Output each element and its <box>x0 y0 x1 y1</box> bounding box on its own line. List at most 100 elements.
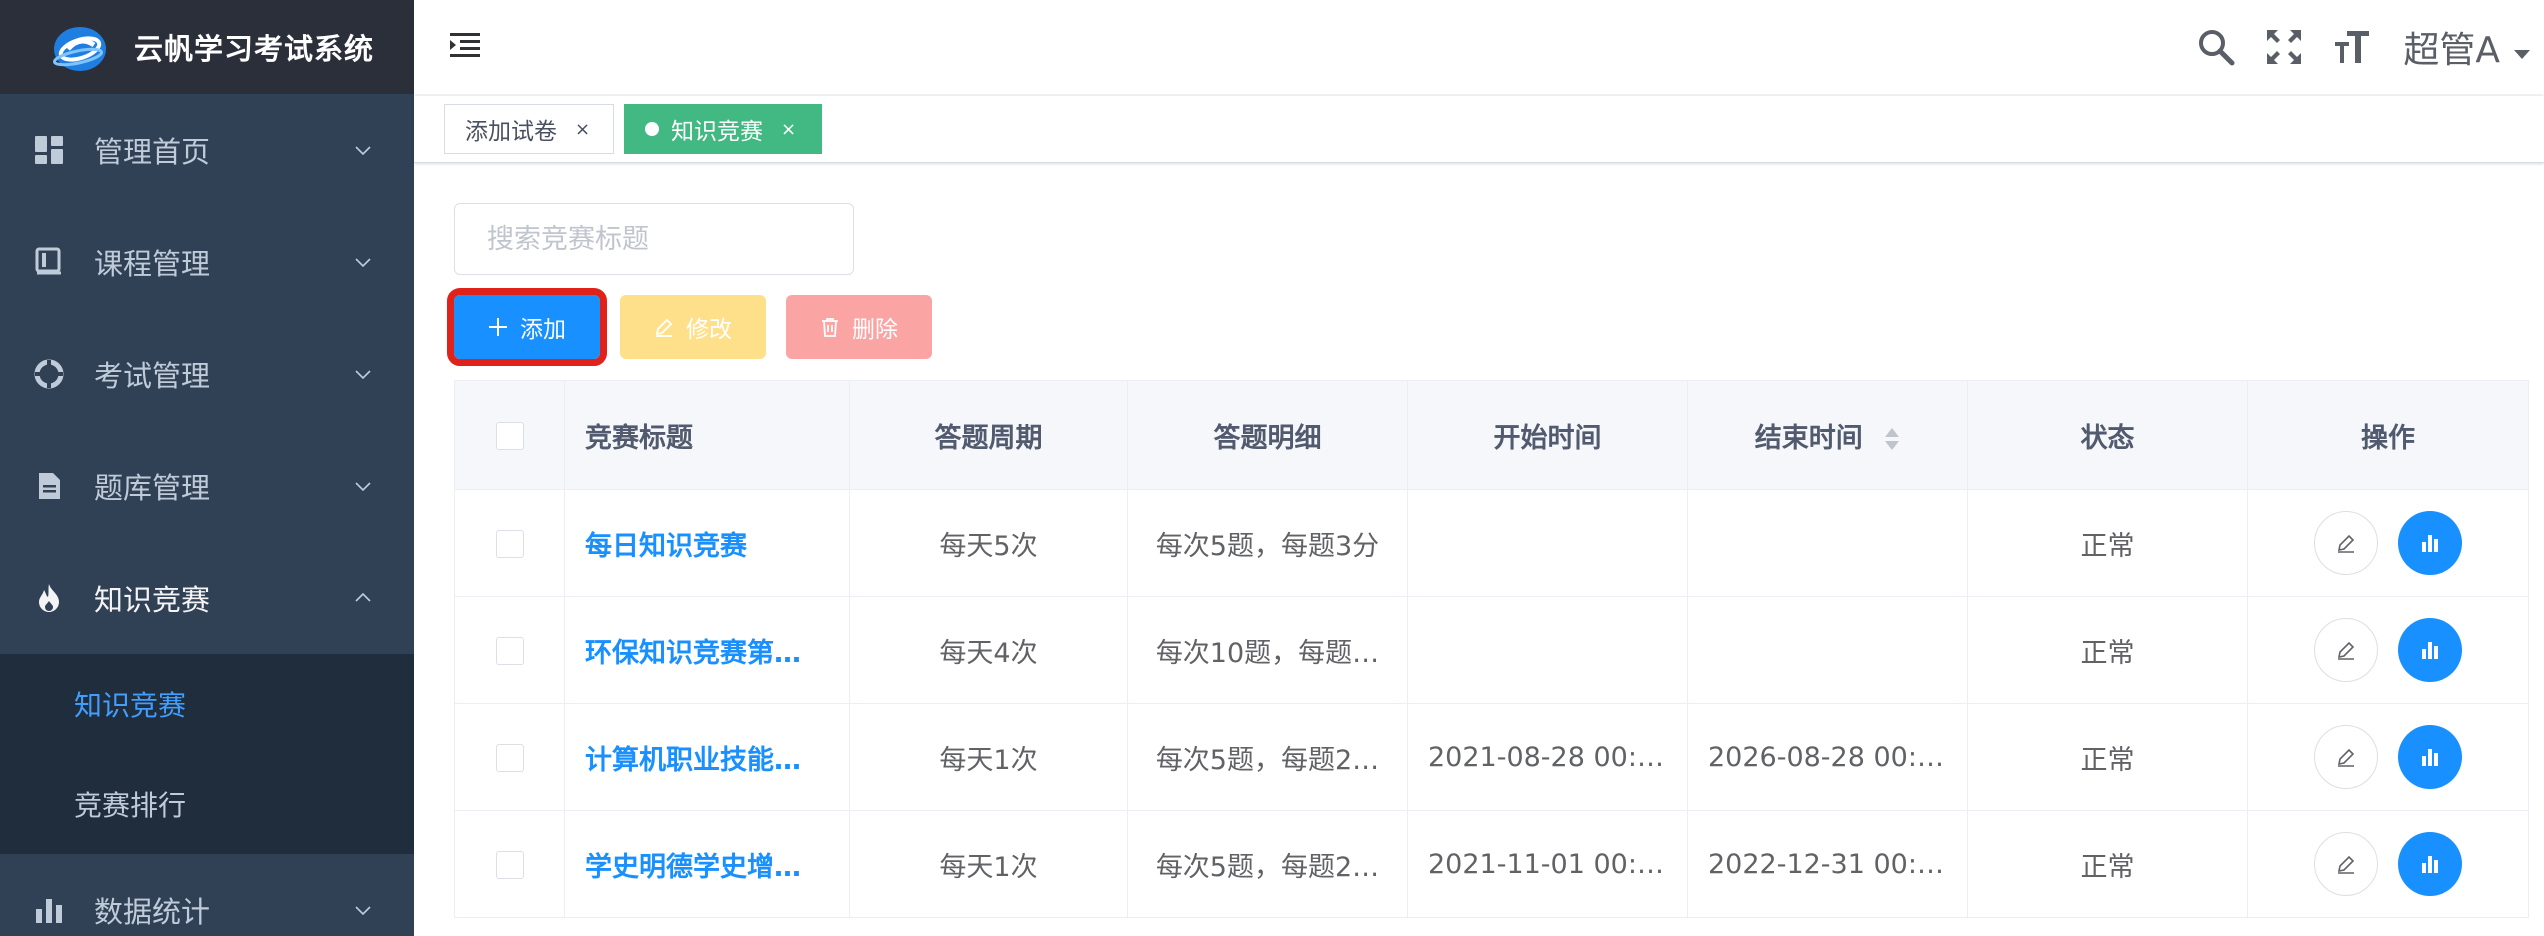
cycle-cell: 每天1次 <box>849 703 1128 811</box>
competition-title-link[interactable]: 计算机职业技能… <box>564 703 850 811</box>
top-navbar: 超管A <box>414 0 2544 94</box>
user-menu[interactable]: 超管A <box>2403 21 2530 73</box>
select-all-checkbox-cell <box>454 380 565 490</box>
status-cell: 正常 <box>1967 810 2248 918</box>
row-edit-button[interactable] <box>2314 725 2378 789</box>
sidebar-subitem-competition[interactable]: 知识竞赛 <box>0 654 414 754</box>
row-stats-button[interactable] <box>2398 832 2462 896</box>
sidebar-item-question-bank[interactable]: 题库管理 <box>0 430 414 542</box>
tag-label: 知识竞赛 <box>671 119 763 145</box>
competition-title-link[interactable]: 每日知识竞赛 <box>564 489 850 597</box>
sort-icon[interactable] <box>1884 427 1900 451</box>
row-checkbox-cell <box>454 596 565 704</box>
row-edit-button[interactable] <box>2314 511 2378 575</box>
sidebar-item-label: 知识竞赛 <box>94 583 211 617</box>
table-header-row: 竞赛标题 答题周期 答题明细 开始时间 结束时间 状态 操作 <box>454 380 2529 490</box>
bar-chart-icon <box>2422 856 2438 873</box>
hamburger-icon[interactable] <box>448 28 482 62</box>
sidebar-item-courses[interactable]: 课程管理 <box>0 206 414 318</box>
status-cell: 正常 <box>1967 703 2248 811</box>
end-time-cell <box>1687 596 1968 704</box>
detail-cell: 每次5题，每题2… <box>1127 810 1408 918</box>
row-stats-button[interactable] <box>2398 725 2462 789</box>
end-time-cell: 2022-12-31 00:0… <box>1687 810 1968 918</box>
close-icon[interactable]: × <box>575 119 590 140</box>
sidebar-item-label: 题库管理 <box>94 471 211 505</box>
table-row: 每日知识竞赛 每天5次 每次5题，每题3分 正常 <box>454 489 2529 597</box>
cycle-cell: 每天1次 <box>849 810 1128 918</box>
select-all-checkbox[interactable] <box>495 422 524 450</box>
edit-icon <box>655 318 673 337</box>
bar-chart-icon <box>2422 642 2438 659</box>
column-header-end[interactable]: 结束时间 <box>1687 380 1968 490</box>
sidebar-item-label: 课程管理 <box>94 247 211 281</box>
bar-chart-icon <box>2422 749 2438 766</box>
delete-button[interactable]: 删除 <box>786 295 932 359</box>
add-button[interactable]: 添加 <box>447 288 607 366</box>
row-edit-button[interactable] <box>2314 618 2378 682</box>
active-dot-icon <box>645 122 659 136</box>
chevron-down-icon <box>355 906 371 916</box>
row-checkbox[interactable] <box>495 851 524 879</box>
app-title: 云帆学习考试系统 <box>134 32 375 66</box>
competition-submenu: 知识竞赛 竞赛排行 <box>0 654 414 854</box>
row-stats-button[interactable] <box>2398 511 2462 575</box>
plus-icon <box>489 318 507 336</box>
start-time-cell: 2021-08-28 00:0… <box>1407 703 1688 811</box>
delete-button-label: 删除 <box>852 317 898 343</box>
edit-icon <box>2337 534 2355 553</box>
column-header-title: 竞赛标题 <box>564 380 850 490</box>
table-row: 环保知识竞赛第… 每天4次 每次10题，每题… 正常 <box>454 596 2529 704</box>
edit-icon <box>2337 748 2355 767</box>
tag-competition[interactable]: 知识竞赛 × <box>624 104 822 154</box>
chevron-down-icon <box>355 258 371 268</box>
row-edit-button[interactable] <box>2314 832 2378 896</box>
edit-button[interactable]: 修改 <box>620 295 766 359</box>
font-size-icon[interactable] <box>2331 26 2373 68</box>
fire-icon <box>32 581 66 615</box>
search-input[interactable] <box>454 203 854 275</box>
close-icon[interactable]: × <box>781 119 796 140</box>
row-stats-button[interactable] <box>2398 618 2462 682</box>
search-icon[interactable] <box>2195 26 2237 68</box>
sidebar: 云帆学习考试系统 管理首页 课程管理 考试管理 题库管理 知识竞赛 知识竞赛 竞… <box>0 0 414 936</box>
column-header-detail: 答题明细 <box>1127 380 1408 490</box>
end-time-cell <box>1687 489 1968 597</box>
start-time-cell: 2021-11-01 00:0… <box>1407 810 1688 918</box>
dashboard-icon <box>32 133 66 167</box>
actions-cell <box>2247 703 2529 811</box>
caret-down-icon <box>2514 50 2530 59</box>
column-header-start: 开始时间 <box>1407 380 1688 490</box>
column-header-actions: 操作 <box>2247 380 2529 490</box>
actions-cell <box>2247 596 2529 704</box>
logo[interactable]: 云帆学习考试系统 <box>0 0 414 94</box>
bar-chart-icon <box>2422 535 2438 552</box>
row-checkbox-cell <box>454 489 565 597</box>
competition-title-link[interactable]: 学史明德学史增… <box>564 810 850 918</box>
chevron-down-icon <box>355 370 371 380</box>
end-time-cell: 2026-08-28 00:0… <box>1687 703 1968 811</box>
sidebar-subitem-ranking[interactable]: 竞赛排行 <box>0 754 414 854</box>
sidebar-item-exams[interactable]: 考试管理 <box>0 318 414 430</box>
tag-add-paper[interactable]: 添加试卷 × <box>444 104 614 154</box>
detail-cell: 每次5题，每题2… <box>1127 703 1408 811</box>
sidebar-item-statistics[interactable]: 数据统计 <box>0 854 414 936</box>
detail-cell: 每次10题，每题… <box>1127 596 1408 704</box>
tags-view: 添加试卷 × 知识竞赛 × <box>414 96 2544 163</box>
cycle-cell: 每天4次 <box>849 596 1128 704</box>
row-checkbox[interactable] <box>495 744 524 772</box>
user-name: 超管A <box>2403 30 2500 71</box>
row-checkbox[interactable] <box>495 530 524 558</box>
fullscreen-icon[interactable] <box>2263 26 2305 68</box>
add-button-label: 添加 <box>520 317 566 343</box>
column-header-status: 状态 <box>1967 380 2248 490</box>
cycle-cell: 每天5次 <box>849 489 1128 597</box>
competition-title-link[interactable]: 环保知识竞赛第… <box>564 596 850 704</box>
edit-button-label: 修改 <box>686 317 732 343</box>
sidebar-item-competition[interactable]: 知识竞赛 <box>0 542 414 654</box>
row-checkbox[interactable] <box>495 637 524 665</box>
table-row: 学史明德学史增… 每天1次 每次5题，每题2… 2021-11-01 00:0… 202… <box>454 810 2529 918</box>
tag-label: 添加试卷 <box>465 119 557 145</box>
sidebar-item-dashboard[interactable]: 管理首页 <box>0 94 414 206</box>
column-header-end-label: 结束时间 <box>1754 422 1863 454</box>
